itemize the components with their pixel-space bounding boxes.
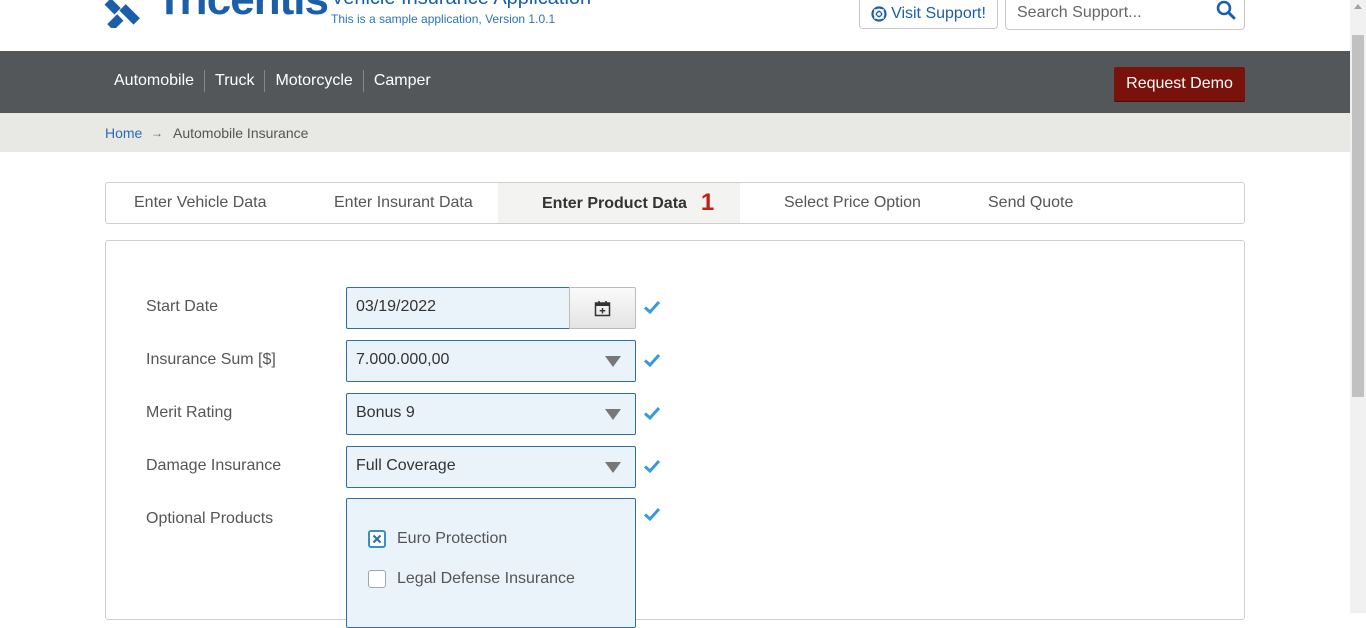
- valid-check-icon: [644, 300, 660, 314]
- damage-insurance-value: Full Coverage: [356, 457, 456, 474]
- tab-send-quote[interactable]: Send Quote: [988, 183, 1073, 223]
- nav-item-camper[interactable]: Camper: [362, 70, 441, 92]
- tab-enter-insurant-data[interactable]: Enter Insurant Data: [334, 183, 473, 223]
- breadcrumb-arrow-icon: →: [151, 126, 163, 140]
- app-subtitle: This is a sample application, Version 1.…: [331, 12, 556, 26]
- breadcrumb-current: Automobile Insurance: [173, 125, 309, 141]
- damage-insurance-select[interactable]: Full Coverage: [346, 446, 636, 488]
- valid-check-icon: [644, 507, 660, 521]
- optional-products-group: [346, 498, 636, 628]
- logo-text[interactable]: Tricentis: [156, 0, 329, 22]
- damage-insurance-label: Damage Insurance: [146, 457, 282, 474]
- search-icon[interactable]: [1216, 0, 1236, 20]
- search-support-input[interactable]: [1015, 0, 1209, 26]
- open-calendar-button[interactable]: [569, 287, 636, 329]
- legal-defense-insurance-checkbox[interactable]: [368, 570, 386, 588]
- insurance-sum-select[interactable]: 7.000.000,00: [346, 340, 636, 382]
- insurance-sum-label: Insurance Sum [$]: [146, 351, 276, 368]
- merit-rating-select[interactable]: Bonus 9: [346, 393, 636, 435]
- wizard-tabs: Enter Vehicle Data Enter Insurant Data E…: [105, 182, 1245, 224]
- tab-enter-product-data[interactable]: Enter Product Data 1: [498, 183, 740, 223]
- visit-support-button[interactable]: Visit Support!: [859, 0, 998, 29]
- valid-check-icon: [644, 353, 660, 367]
- tricentis-logo-icon[interactable]: [104, 0, 144, 28]
- vehicle-nav: Automobile Truck Motorcycle Camper: [104, 70, 441, 92]
- tab-label: Enter Product Data: [542, 195, 687, 212]
- nav-item-automobile[interactable]: Automobile: [104, 70, 204, 92]
- checkbox-x-icon: [372, 534, 382, 544]
- product-data-form: [105, 240, 1245, 620]
- tab-error-count-badge: 1: [700, 189, 715, 216]
- optional-products-label: Optional Products: [146, 510, 274, 527]
- app-title: Vehicle Insurance Application: [331, 0, 591, 8]
- search-support-box: [1005, 0, 1245, 30]
- main-navbar: Automobile Truck Motorcycle Camper Reque…: [0, 51, 1350, 113]
- legal-defense-insurance-label[interactable]: Legal Defense Insurance: [397, 570, 575, 588]
- calendar-icon: [594, 301, 611, 317]
- start-date-label: Start Date: [146, 298, 219, 315]
- chevron-down-icon: [605, 409, 621, 420]
- scrollbar-thumb[interactable]: [1352, 35, 1364, 397]
- breadcrumb-home-link[interactable]: Home: [105, 125, 142, 141]
- start-date-value: 03/19/2022: [356, 298, 437, 315]
- chevron-down-icon: [605, 356, 621, 367]
- visit-support-label: Visit Support!: [891, 5, 986, 22]
- euro-protection-label[interactable]: Euro Protection: [397, 530, 507, 548]
- merit-rating-label: Merit Rating: [146, 404, 233, 421]
- tab-enter-vehicle-data[interactable]: Enter Vehicle Data: [134, 183, 267, 223]
- page-scrollbar[interactable]: [1350, 0, 1366, 613]
- nav-item-motorcycle[interactable]: Motorcycle: [264, 70, 362, 92]
- start-date-input[interactable]: 03/19/2022: [346, 287, 570, 329]
- chevron-down-icon: [605, 462, 621, 473]
- tab-select-price-option[interactable]: Select Price Option: [784, 183, 921, 223]
- lifebuoy-icon: [871, 6, 887, 22]
- header: Tricentis Vehicle Insurance Application …: [0, 0, 1350, 51]
- valid-check-icon: [644, 406, 660, 420]
- valid-check-icon: [644, 459, 660, 473]
- scroll-up-icon[interactable]: [1354, 4, 1362, 9]
- merit-rating-value: Bonus 9: [356, 404, 415, 421]
- euro-protection-checkbox[interactable]: [368, 530, 386, 548]
- insurance-sum-value: 7.000.000,00: [356, 351, 450, 368]
- nav-item-truck[interactable]: Truck: [204, 70, 264, 92]
- request-demo-button[interactable]: Request Demo: [1114, 67, 1245, 101]
- breadcrumb: Home → Automobile Insurance: [0, 113, 1350, 152]
